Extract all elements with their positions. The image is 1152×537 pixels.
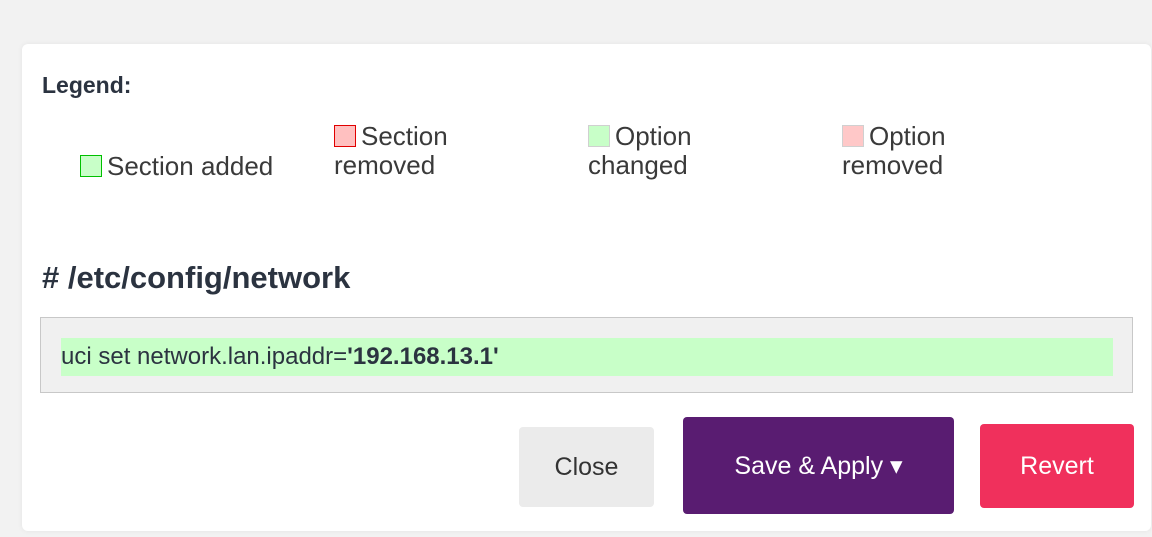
legend-label-line2: removed (842, 150, 944, 180)
uci-change-line: uci set network.lan.ipaddr='192.168.13.1… (61, 338, 1113, 376)
close-button[interactable]: Close (519, 427, 654, 507)
uci-command: uci set network.lan.ipaddr= (61, 343, 348, 370)
legend-section-removed: Section removed (334, 122, 448, 180)
option-changed-swatch-icon (588, 125, 610, 147)
legend-section-added: Section added (80, 152, 273, 181)
section-removed-swatch-icon (334, 125, 356, 147)
legend-label: Section added (107, 151, 274, 181)
config-file-title: # /etc/config/network (42, 260, 351, 295)
legend-title: Legend: (42, 72, 132, 98)
section-added-swatch-icon (80, 155, 102, 177)
legend-label-line2: changed (588, 150, 688, 180)
uci-value: '192.168.13.1' (347, 343, 499, 370)
legend-label: Option (869, 121, 946, 151)
legend-option-removed: Option removed (842, 122, 946, 180)
legend-label: Section (361, 121, 448, 151)
revert-button[interactable]: Revert (980, 424, 1134, 508)
legend-label: Option (615, 121, 692, 151)
save-apply-button[interactable]: Save & Apply ▾ (683, 417, 954, 514)
changes-dialog: Legend: Section added Section removed Op… (22, 44, 1151, 531)
option-removed-swatch-icon (842, 125, 864, 147)
uci-changes-box: uci set network.lan.ipaddr='192.168.13.1… (40, 317, 1133, 393)
legend-label-line2: removed (334, 150, 436, 180)
legend-option-changed: Option changed (588, 122, 692, 180)
